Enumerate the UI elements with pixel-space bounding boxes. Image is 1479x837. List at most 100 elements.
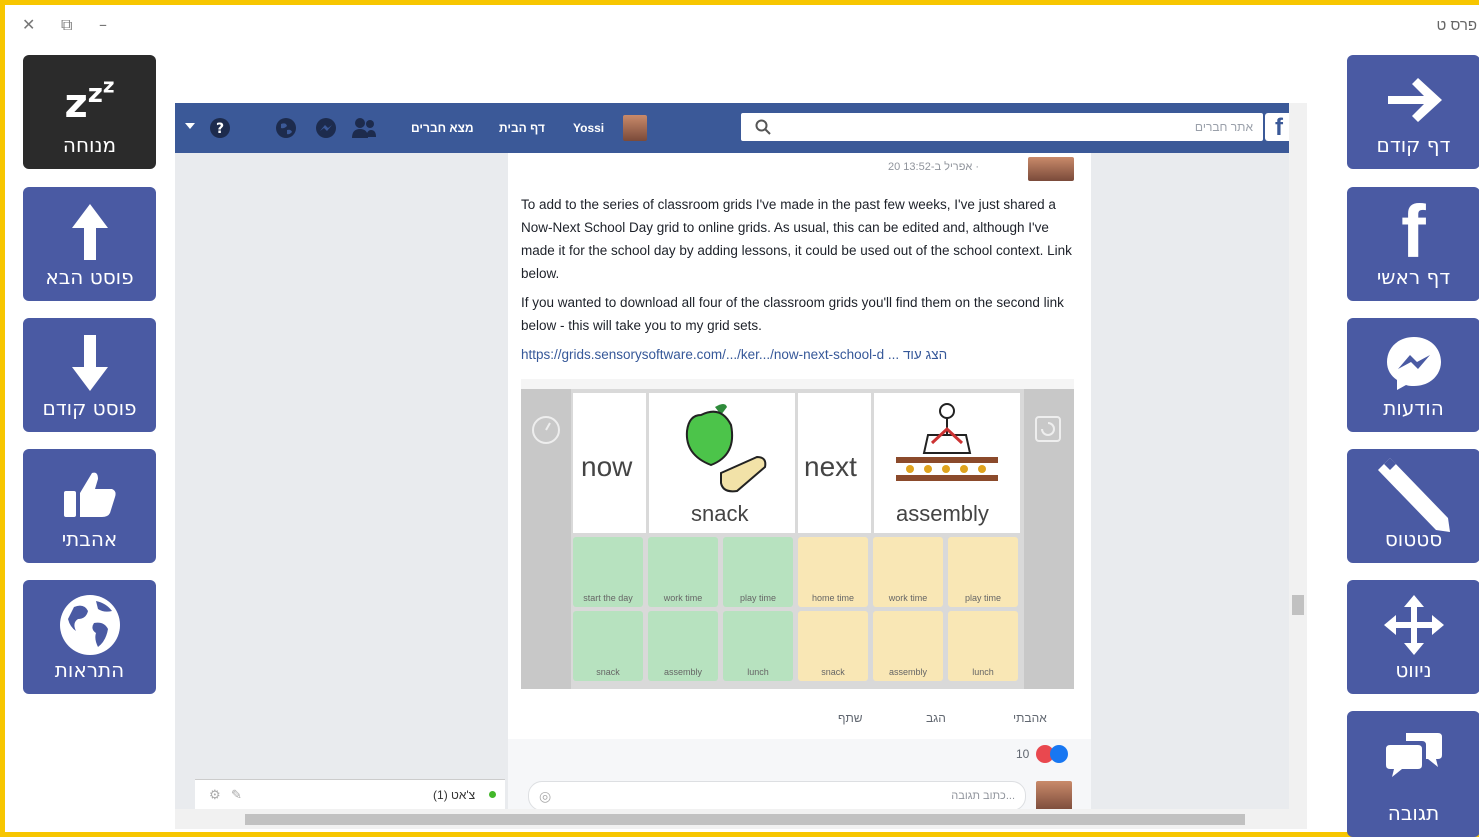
assembly-icon [896, 403, 998, 481]
search-placeholder: אתר חברים [1194, 120, 1253, 134]
reply-button[interactable]: תגובה [1347, 711, 1479, 837]
grid-cell-assembly-2: assembly [873, 611, 943, 681]
prev-post-button[interactable]: פוסט קודם [23, 318, 156, 432]
messages-button[interactable]: הודעות [1347, 318, 1479, 432]
grid-cell-snack-2: snack [798, 611, 868, 681]
dropdown-arrow-icon[interactable] [185, 123, 195, 131]
settings-gear-icon[interactable]: ⚙ [209, 787, 221, 803]
navigate-label: ניווט [1395, 658, 1432, 682]
next-post-label: פוסט הבא [45, 265, 134, 289]
back-label: דף קודם [1376, 133, 1451, 157]
globe-icon [23, 590, 156, 660]
comment-placeholder: כתוב תגובה... [951, 790, 1015, 802]
post-body: To add to the series of classroom grids … [521, 193, 1073, 372]
window-title: פרס ט [1436, 17, 1477, 34]
rest-label: מנוחה [62, 133, 117, 157]
reactions-count[interactable]: 10 [1016, 747, 1029, 761]
arrow-up-icon [23, 197, 156, 267]
pencil-icon [1347, 458, 1479, 532]
zzz-icon: zzz [64, 73, 115, 127]
compose-icon[interactable]: ✎ [231, 787, 242, 803]
reply-label: תגובה [1387, 801, 1440, 825]
chat-label: צ'אט (1) [433, 788, 476, 802]
grid-next-label: next [804, 451, 857, 482]
grid-cell-snack: snack [573, 611, 643, 681]
grid-now-label: now [581, 451, 633, 482]
post-comment-action[interactable]: הגב [926, 711, 946, 725]
like-button[interactable]: אהבתי [23, 449, 156, 563]
friend-requests-icon[interactable] [351, 117, 377, 139]
grid-cell-work-time: work time [648, 537, 718, 607]
profile-avatar[interactable] [623, 115, 647, 141]
status-button[interactable]: סטטוס [1347, 449, 1479, 563]
close-window-button[interactable]: ✕ [22, 15, 35, 34]
commenter-avatar [1036, 781, 1072, 811]
camera-icon[interactable]: ◎ [539, 788, 551, 805]
window-titlebar: ✕ ⧉ – פרס ט [5, 5, 1479, 45]
svg-text:?: ? [216, 121, 224, 137]
post-timestamp[interactable]: 20 אפריל ב-13:52 · [888, 161, 979, 173]
facebook-top-bar: ? מצא חברים דף הבית Yossi אתר חברים f [175, 103, 1307, 153]
help-icon[interactable]: ? [209, 117, 231, 139]
grid-cell-assembly: assembly [648, 611, 718, 681]
chat-bar[interactable]: ⚙ ✎ צ'אט (1) [195, 779, 505, 809]
back-button[interactable]: דף קודם [1347, 55, 1479, 169]
refresh-icon [1035, 416, 1061, 442]
arrow-right-icon [1347, 65, 1479, 135]
grid-next-panel: next [798, 393, 871, 533]
next-post-button[interactable]: פוסט הבא [23, 187, 156, 301]
notifications-button[interactable]: התראות [23, 580, 156, 694]
prev-post-label: פוסט קודם [42, 396, 137, 420]
horizontal-scrollbar[interactable] [175, 809, 1289, 829]
home-button[interactable]: f דף ראשי [1347, 187, 1479, 301]
post-image-grid[interactable]: now snack next assembly start the day wo… [521, 379, 1074, 689]
speech-bubbles-icon [1347, 721, 1479, 791]
post-like-action[interactable]: אהבתי [1013, 711, 1047, 725]
nav-home[interactable]: דף הבית [499, 121, 545, 135]
rest-button[interactable]: zzz מנוחה [23, 55, 156, 169]
thumbs-up-icon [23, 459, 156, 529]
move-icon [1347, 590, 1479, 660]
horizontal-scrollbar-thumb[interactable] [245, 814, 1245, 825]
messenger-icon [1347, 328, 1479, 398]
vertical-scrollbar-thumb[interactable] [1292, 595, 1304, 615]
apple-sandwich-icon [685, 404, 767, 493]
messages-label: הודעות [1383, 396, 1444, 420]
arrow-down-icon [23, 328, 156, 398]
grid-cell-play-time-2: play time [948, 537, 1018, 607]
like-label: אהבתי [61, 527, 118, 551]
grid-cell-lunch: lunch [723, 611, 793, 681]
nav-find-friends[interactable]: מצא חברים [411, 121, 474, 135]
online-dot-icon [489, 791, 496, 798]
grid-now-panel: now [573, 393, 646, 533]
search-bar[interactable]: אתר חברים [741, 113, 1263, 141]
see-more-link[interactable]: ... הצג עוד [888, 347, 947, 362]
minimize-window-button[interactable]: – [99, 15, 107, 34]
messenger-bar-icon[interactable] [315, 117, 337, 139]
grid-titlebar [521, 379, 1074, 389]
comment-input[interactable]: כתוב תגובה... ◎ [528, 781, 1026, 811]
grid-cell-start-day: start the day [573, 537, 643, 607]
grid-assembly-label: assembly [896, 501, 989, 526]
notifications-label: התראות [54, 658, 125, 682]
restore-window-button[interactable]: ⧉ [61, 15, 72, 35]
search-icon[interactable] [755, 119, 771, 135]
grid-cell-play-time: play time [723, 537, 793, 607]
grid-cell-lunch-2: lunch [948, 611, 1018, 681]
nav-profile-name[interactable]: Yossi [573, 121, 604, 135]
grid-assembly-panel: assembly [874, 393, 1020, 533]
vertical-scrollbar[interactable] [1289, 103, 1307, 829]
post-paragraph-1: To add to the series of classroom grids … [521, 197, 1072, 281]
post-share-action[interactable]: שתף [838, 711, 863, 725]
clock-icon [532, 416, 560, 444]
notifications-globe-icon[interactable] [275, 117, 297, 139]
post-author-avatar[interactable] [1028, 157, 1074, 181]
post-link[interactable]: https://grids.sensorysoftware.com/.../ke… [521, 347, 884, 362]
facebook-icon: f [1401, 190, 1426, 273]
facebook-browser-view[interactable]: ? מצא חברים דף הבית Yossi אתר חברים f 20… [175, 103, 1307, 829]
post-card: 20 אפריל ב-13:52 · To add to the series … [508, 153, 1091, 829]
grid-cell-home-time: home time [798, 537, 868, 607]
grid-cell-work-time-2: work time [873, 537, 943, 607]
reactions-row: 10 [508, 739, 1091, 769]
navigate-button[interactable]: ניווט [1347, 580, 1479, 694]
